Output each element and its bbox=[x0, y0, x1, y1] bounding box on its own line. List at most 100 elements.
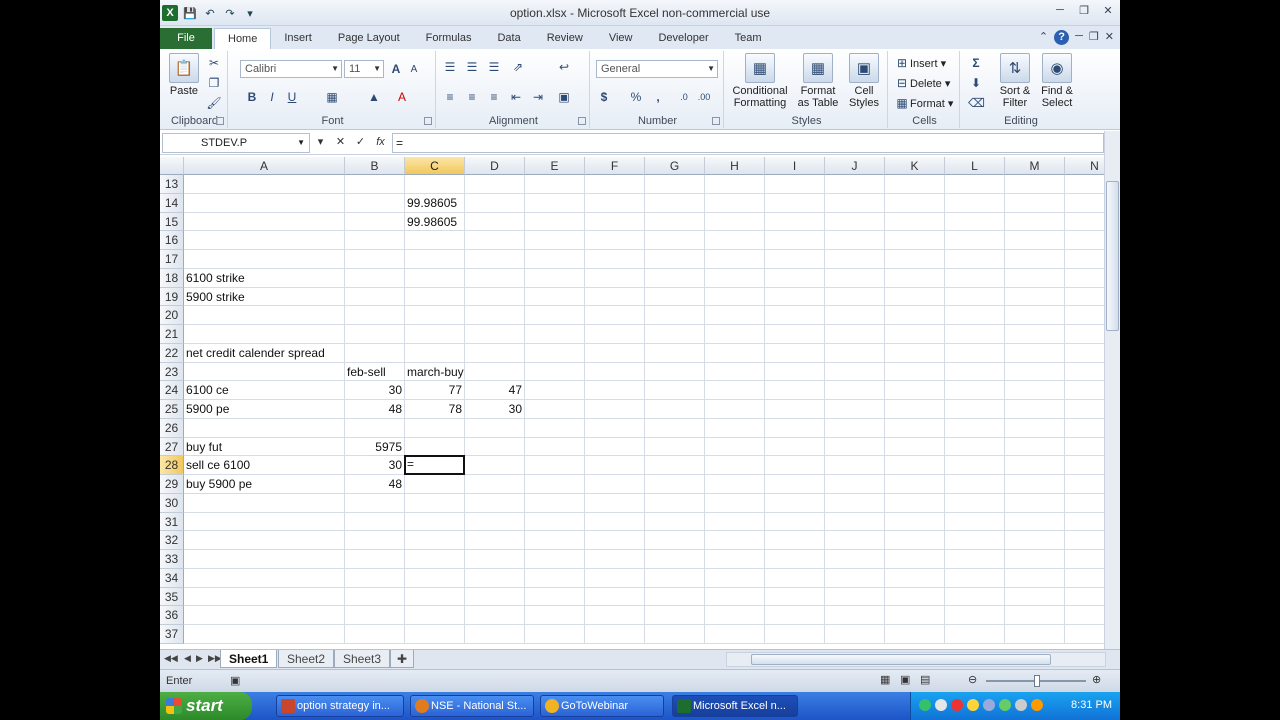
next-sheet-icon[interactable]: ▶ bbox=[196, 653, 203, 664]
clipboard-launcher-icon[interactable] bbox=[216, 117, 224, 125]
row-header-25[interactable]: 25 bbox=[160, 400, 184, 419]
page-layout-view-icon[interactable]: ▣ bbox=[900, 673, 910, 686]
column-header-d[interactable]: D bbox=[465, 157, 525, 175]
formula-input[interactable]: = bbox=[392, 133, 1104, 153]
row-header-33[interactable]: 33 bbox=[160, 550, 184, 569]
row-header-17[interactable]: 17 bbox=[160, 250, 184, 269]
row-header-30[interactable]: 30 bbox=[160, 493, 184, 513]
align-bottom-icon[interactable]: ☰ bbox=[486, 59, 502, 75]
cell-a24[interactable]: 6100 ce bbox=[184, 381, 231, 400]
tab-home[interactable]: Home bbox=[214, 28, 272, 49]
row-header-34[interactable]: 34 bbox=[160, 568, 184, 588]
font-name-combo[interactable]: Calibri ▼ bbox=[240, 60, 342, 78]
cell-a29[interactable]: buy 5900 pe bbox=[184, 475, 254, 494]
doc-minimize-icon[interactable]: ─ bbox=[1075, 30, 1083, 45]
conditional-formatting-button[interactable]: ▦ Conditional Formatting bbox=[728, 53, 792, 109]
column-header-h[interactable]: H bbox=[705, 157, 765, 175]
help-icon[interactable]: ? bbox=[1054, 30, 1070, 45]
column-header-n[interactable]: N bbox=[1065, 157, 1104, 175]
cell-a19[interactable]: 5900 strike bbox=[184, 288, 247, 307]
task-excel[interactable]: Microsoft Excel n... bbox=[672, 695, 798, 717]
insert-sheet-icon[interactable]: ✚ bbox=[390, 650, 414, 668]
currency-button[interactable]: $ bbox=[596, 89, 612, 105]
number-format-combo[interactable]: General ▼ bbox=[596, 60, 718, 78]
cell-b27[interactable]: 5975 bbox=[345, 438, 404, 457]
column-header-k[interactable]: K bbox=[885, 157, 945, 175]
tray-volume-icon[interactable] bbox=[935, 699, 947, 711]
task-option-strategy[interactable]: option strategy in... bbox=[276, 695, 404, 717]
clear-icon[interactable]: ⌫ bbox=[968, 95, 985, 111]
worksheet-grid[interactable]: A B C D E F G H I J K L M N 13 14 15 16 17 18 19 20 21 22 23 24 25… bbox=[160, 157, 1104, 645]
align-middle-icon[interactable]: ☰ bbox=[464, 59, 480, 75]
page-break-view-icon[interactable]: ▤ bbox=[920, 673, 930, 686]
cell-a27[interactable]: buy fut bbox=[184, 438, 224, 457]
cell-b24[interactable]: 30 bbox=[345, 381, 404, 400]
name-box[interactable]: STDEV.P ▼ bbox=[162, 133, 310, 153]
first-sheet-icon[interactable]: ◀◀ bbox=[164, 653, 178, 664]
doc-restore-icon[interactable]: ❐ bbox=[1089, 30, 1099, 45]
minimize-icon[interactable]: ─ bbox=[1052, 4, 1068, 18]
merge-center-icon[interactable]: ▣ bbox=[556, 89, 572, 105]
column-header-b[interactable]: B bbox=[345, 157, 405, 175]
font-size-combo[interactable]: 11 ▼ bbox=[344, 60, 384, 78]
restore-icon[interactable]: ❐ bbox=[1076, 4, 1092, 18]
column-header-i[interactable]: I bbox=[765, 157, 825, 175]
cell-c24[interactable]: 77 bbox=[405, 381, 464, 400]
row-header-21[interactable]: 21 bbox=[160, 325, 184, 344]
close-icon[interactable]: ✕ bbox=[1100, 4, 1116, 18]
delete-cells-button[interactable]: ⊟ Delete ▾ bbox=[894, 75, 950, 91]
italic-button[interactable]: I bbox=[264, 89, 280, 105]
decrease-decimal-icon[interactable]: .00 bbox=[696, 89, 712, 105]
format-as-table-button[interactable]: ▦ Format as Table bbox=[794, 53, 842, 109]
fill-color-icon[interactable]: ▲ bbox=[366, 89, 382, 105]
cell-d25[interactable]: 30 bbox=[465, 400, 524, 419]
cell-b29[interactable]: 48 bbox=[345, 475, 404, 494]
tab-data[interactable]: Data bbox=[484, 28, 533, 49]
column-header-m[interactable]: M bbox=[1005, 157, 1065, 175]
copy-icon[interactable]: ❐ bbox=[206, 75, 222, 91]
tray-misc-icon[interactable] bbox=[1015, 699, 1027, 711]
zoom-in-icon[interactable]: ⊕ bbox=[1092, 673, 1101, 686]
decrease-indent-icon[interactable]: ⇤ bbox=[508, 89, 524, 105]
column-header-a[interactable]: A bbox=[184, 157, 345, 175]
row-header-36[interactable]: 36 bbox=[160, 606, 184, 625]
row-header-19[interactable]: 19 bbox=[160, 287, 184, 307]
row-header-24[interactable]: 24 bbox=[160, 381, 184, 400]
tray-update-icon[interactable] bbox=[967, 699, 979, 711]
bold-button[interactable]: B bbox=[244, 89, 260, 105]
row-header-20[interactable]: 20 bbox=[160, 306, 184, 325]
enter-entry-icon[interactable]: ✓ bbox=[352, 134, 369, 151]
format-painter-icon[interactable]: 🖌 bbox=[206, 95, 222, 111]
column-header-l[interactable]: L bbox=[945, 157, 1005, 175]
font-color-icon[interactable]: A bbox=[394, 89, 410, 105]
vertical-scrollbar[interactable] bbox=[1104, 131, 1120, 649]
row-header-29[interactable]: 29 bbox=[160, 475, 184, 494]
align-right-icon[interactable]: ≡ bbox=[486, 89, 502, 105]
tray-display-icon[interactable] bbox=[983, 699, 995, 711]
sheet-tab-sheet1[interactable]: Sheet1 bbox=[220, 650, 278, 668]
insert-function-button[interactable]: fx bbox=[372, 134, 389, 151]
cell-styles-button[interactable]: ▣ Cell Styles bbox=[844, 53, 884, 109]
find-select-button[interactable]: ◉ Find & Select bbox=[1036, 53, 1078, 109]
row-header-27[interactable]: 27 bbox=[160, 437, 184, 457]
prev-sheet-icon[interactable]: ◀ bbox=[184, 653, 191, 664]
vertical-scroll-thumb[interactable] bbox=[1106, 181, 1119, 331]
sheet-tab-sheet2[interactable]: Sheet2 bbox=[278, 650, 335, 668]
tab-insert[interactable]: Insert bbox=[271, 28, 325, 49]
paste-button[interactable]: 📋 Paste bbox=[166, 53, 202, 97]
increase-decimal-icon[interactable]: .0 bbox=[676, 89, 692, 105]
normal-view-icon[interactable]: ▦ bbox=[880, 673, 890, 686]
column-header-f[interactable]: F bbox=[585, 157, 645, 175]
row-header-13[interactable]: 13 bbox=[160, 175, 184, 194]
row-header-16[interactable]: 16 bbox=[160, 231, 184, 250]
zoom-out-icon[interactable]: ⊖ bbox=[968, 673, 977, 686]
align-top-icon[interactable]: ☰ bbox=[442, 59, 458, 75]
increase-indent-icon[interactable]: ⇥ bbox=[530, 89, 546, 105]
zoom-slider-thumb[interactable] bbox=[1034, 675, 1040, 687]
column-header-e[interactable]: E bbox=[525, 157, 585, 175]
cell-b28[interactable]: 30 bbox=[345, 456, 404, 475]
shrink-font-icon[interactable]: A bbox=[406, 62, 422, 78]
tab-page-layout[interactable]: Page Layout bbox=[325, 28, 413, 49]
grow-font-icon[interactable]: A bbox=[388, 61, 404, 77]
cell-a18[interactable]: 6100 strike bbox=[184, 269, 247, 288]
